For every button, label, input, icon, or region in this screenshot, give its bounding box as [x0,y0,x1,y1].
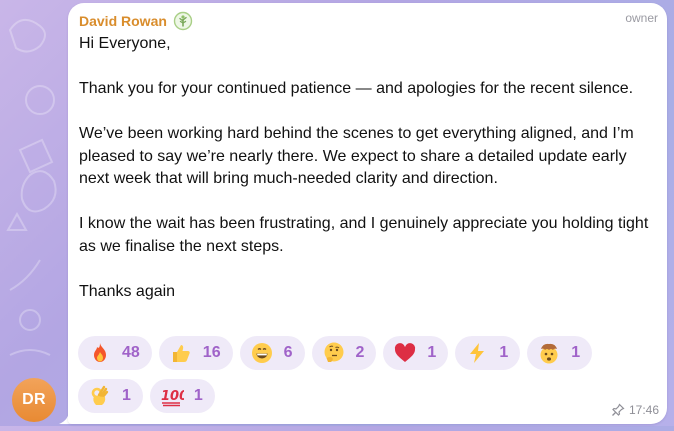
reaction-grinning[interactable]: 6 [239,336,305,370]
exploding-head-icon [537,341,561,365]
reactions-bar: 48 16 6 2 1 1 1 1 10 1 [78,336,638,413]
reaction-count: 1 [193,387,203,404]
message-paragraph: I know the wait has been frustrating, an… [79,215,649,255]
message-paragraph: Thanks again [79,282,176,300]
sender-avatar[interactable]: DR [12,378,56,422]
sender-name[interactable]: David Rowan [79,13,167,29]
reaction-exploding-head[interactable]: 1 [527,336,593,370]
thumbs-up-icon [169,341,193,365]
reaction-count: 16 [202,344,221,361]
reaction-count: 1 [571,344,581,361]
svg-text:100: 100 [161,389,184,404]
message-bubble[interactable]: David Rowan owner Hi Everyone, Thank you… [68,3,667,424]
message-time: 17:46 [628,403,659,417]
reaction-count: 1 [427,344,437,361]
ok-hand-icon [88,384,112,408]
reaction-count: 1 [499,344,509,361]
high-voltage-icon [465,341,489,365]
fire-icon [88,341,112,365]
message-paragraph: Hi Everyone, [79,35,171,52]
sender-header: David Rowan [79,11,193,31]
message-paragraph: We’ve been working hard behind the scene… [79,125,634,187]
reaction-hundred[interactable]: 100 1 [149,379,215,413]
reaction-fire[interactable]: 48 [78,336,152,370]
message-meta: 17:46 [611,403,659,417]
reaction-ok-hand[interactable]: 1 [78,379,143,413]
pin-icon [611,403,625,417]
emoji-status-tree-icon [173,11,193,31]
reaction-count: 48 [122,344,140,361]
reaction-lightning[interactable]: 1 [455,336,521,370]
thinking-face-icon [322,341,346,365]
reaction-thinking[interactable]: 2 [311,336,377,370]
reaction-thumbs-up[interactable]: 16 [158,336,233,370]
reaction-count: 6 [283,344,293,361]
message-paragraph: Thank you for your continued patience — … [79,80,634,97]
reaction-count: 2 [355,344,365,361]
reaction-count: 1 [122,387,131,404]
red-heart-icon [393,341,417,365]
grinning-face-icon [250,341,274,365]
reaction-heart[interactable]: 1 [383,336,449,370]
avatar-initials: DR [22,391,46,408]
sender-role-badge: owner [625,11,658,25]
hundred-points-icon: 100 [160,384,184,408]
message-text: Hi Everyone, Thank you for your continue… [79,33,659,303]
